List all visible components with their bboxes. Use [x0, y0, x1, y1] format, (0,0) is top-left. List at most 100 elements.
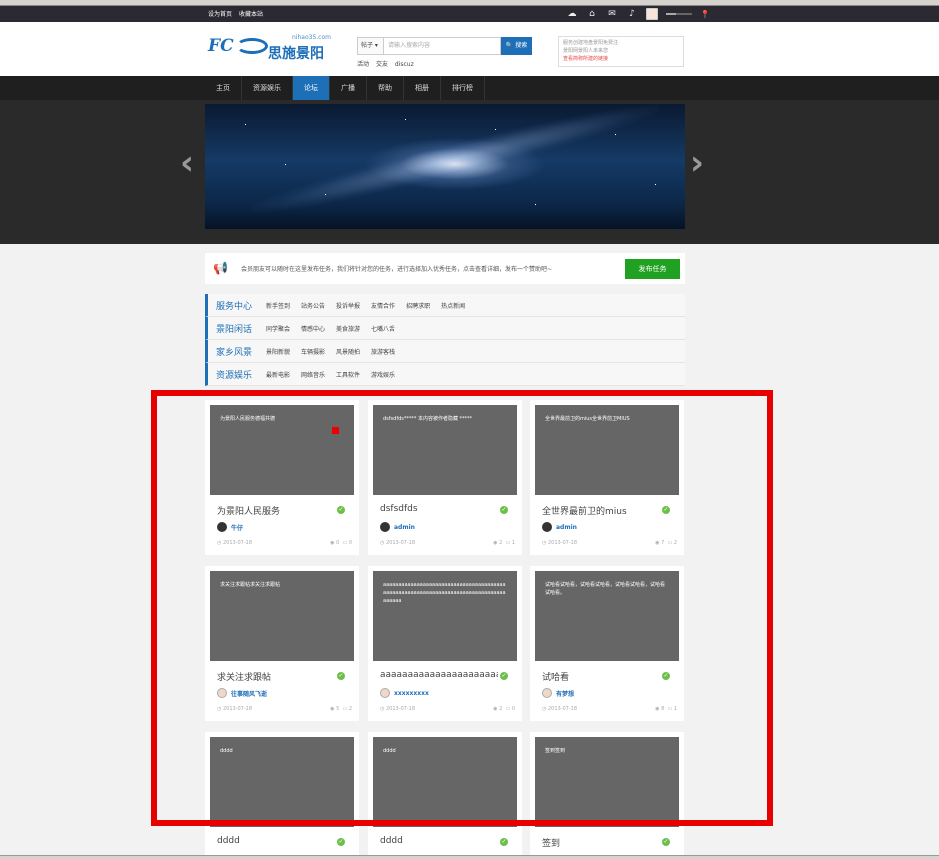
hotword-link[interactable]: 交友	[376, 61, 388, 68]
header-notice-box: 服务创建地盘景阳免费注 景阳网景阳人未来您 查看简称所建的链接	[558, 36, 684, 67]
post-thumbnail[interactable]: 签到签到	[535, 737, 679, 827]
banner-next-arrow-icon[interactable]: ›	[690, 146, 704, 180]
post-date-value: 2013-07-18	[385, 706, 416, 712]
post-title[interactable]: 求关注求跟帖	[217, 670, 335, 683]
mail-icon[interactable]: ✉	[606, 8, 618, 20]
post-title[interactable]: 试哈看	[542, 670, 660, 683]
post-title[interactable]: dsfsdfds	[380, 504, 498, 514]
category-title[interactable]: 服务中心	[208, 299, 266, 312]
post-author[interactable]: admin	[542, 522, 577, 532]
post-title[interactable]: aaaaaaaaaaaaaaaaaaaaaaaaaa	[380, 670, 498, 680]
search-button[interactable]: 🔍 搜索	[501, 37, 532, 55]
nav-item-album[interactable]: 相册	[404, 76, 441, 100]
post-title[interactable]: 签到	[542, 836, 660, 849]
volume-slider[interactable]	[666, 13, 692, 15]
post-author[interactable]: 牛仔	[217, 522, 243, 532]
galaxy-banner-image[interactable]	[205, 104, 685, 229]
post-date: ◷ 2013-07-18	[217, 706, 253, 712]
nav-item-ranking[interactable]: 排行榜	[441, 76, 485, 100]
hotword-link[interactable]: discuz	[395, 61, 414, 68]
post-card[interactable]: 全世界最前卫的mius全世界前卫MIUS 全世界最前卫的mius ✓ admin ◷ 2…	[530, 400, 684, 555]
nav-item-help[interactable]: 帮助	[367, 76, 404, 100]
bookmark-link[interactable]: 收藏本站	[239, 11, 263, 18]
post-thumbnail[interactable]: 为景阳人民服务德福共德	[210, 405, 354, 495]
post-card[interactable]: 为景阳人民服务德福共德 为景阳人民服务 ✓ 牛仔 ◷ 2013-07-18 ◉ 0 ▭ 0	[205, 400, 359, 555]
post-card[interactable]: 试哈看试哈看，试哈看试哈看，试哈看试哈看，试哈看试哈看。 试哈看 ✓ 有梦想 ◷ 201…	[530, 566, 684, 721]
post-thumbnail[interactable]: aaaaaaaaaaaaaaaaaaaaaaaaaaaaaaaaaaaaaaaa…	[373, 571, 517, 661]
category-link[interactable]: 游戏娱乐	[371, 370, 395, 379]
category-title[interactable]: 资源娱乐	[208, 368, 266, 381]
category-link[interactable]: 风景随拍	[336, 347, 360, 356]
category-title[interactable]: 家乡风景	[208, 345, 266, 358]
site-logo[interactable]: FC nihao35.com 思施景阳	[208, 32, 334, 64]
search-input[interactable]: 请输入搜索内容	[383, 37, 501, 55]
category-link[interactable]: 友情合作	[371, 301, 395, 310]
post-date-value: 2013-07-18	[547, 540, 578, 546]
post-author[interactable]: admin	[380, 522, 415, 532]
main-nav: 主页 资源娱乐 论坛 广播 帮助 相册 排行榜	[0, 76, 939, 100]
post-thumbnail[interactable]: dsfsdfds***** 本内容被作者隐藏 *****	[373, 405, 517, 495]
post-author[interactable]: 往事随风飞逝	[217, 688, 267, 698]
volume-icon[interactable]: ♪	[626, 8, 638, 20]
author-name: admin	[556, 523, 577, 531]
nav-item-home[interactable]: 主页	[205, 76, 242, 100]
publish-task-button[interactable]: 发布任务	[625, 259, 680, 279]
hot-search-words: 活动 交友 discuz	[357, 59, 419, 68]
category-link[interactable]: 景阳新貌	[266, 347, 290, 356]
post-author[interactable]: 有梦想	[542, 688, 574, 698]
author-avatar	[380, 688, 390, 698]
post-title[interactable]: 全世界最前卫的mius	[542, 504, 660, 517]
category-link[interactable]: 最新电影	[266, 370, 290, 379]
post-thumbnail[interactable]: dddd	[373, 737, 517, 827]
post-title[interactable]: 为景阳人民服务	[217, 504, 335, 517]
post-author[interactable]: xxxxxxxxx	[380, 688, 429, 698]
post-card[interactable]: aaaaaaaaaaaaaaaaaaaaaaaaaaaaaaaaaaaaaaaa…	[368, 566, 522, 721]
author-name: 有梦想	[556, 690, 575, 698]
category-link[interactable]: 七嘴八舌	[371, 324, 395, 333]
banner-prev-arrow-icon[interactable]: ‹	[180, 146, 194, 180]
post-card[interactable]: dddd dddd ✓	[205, 732, 359, 859]
pin-icon[interactable]: 📍	[700, 10, 710, 19]
category-link[interactable]: 网络音乐	[301, 370, 325, 379]
user-avatar[interactable]	[646, 8, 658, 20]
category-link[interactable]: 旅游客栈	[371, 347, 395, 356]
set-homepage-link[interactable]: 设为首页	[208, 11, 232, 18]
category-link[interactable]: 投诉举报	[336, 301, 360, 310]
home-icon[interactable]: ⌂	[586, 8, 598, 20]
nav-item-forum[interactable]: 论坛	[293, 76, 330, 100]
notice-line[interactable]: 查看简称所建的链接	[563, 55, 679, 63]
category-title[interactable]: 景阳闲话	[208, 322, 266, 335]
post-title[interactable]: dddd	[217, 836, 335, 846]
cloud-icon[interactable]: ☁	[566, 8, 578, 20]
author-name: 往事随风飞逝	[231, 690, 268, 698]
category-link[interactable]: 新手签到	[266, 301, 290, 310]
author-avatar	[542, 688, 552, 698]
category-link[interactable]: 工具软件	[336, 370, 360, 379]
notice-line[interactable]: 服务创建地盘景阳免费注	[563, 39, 679, 47]
post-thumbnail[interactable]: dddd	[210, 737, 354, 827]
category-link[interactable]: 招聘求职	[406, 301, 430, 310]
category-link[interactable]: 美食旅游	[336, 324, 360, 333]
site-header: FC nihao35.com 思施景阳 帖子 ▾ 请输入搜索内容 🔍 搜索 活动…	[0, 22, 939, 76]
category-link[interactable]: 同学聚会	[266, 324, 290, 333]
post-title[interactable]: dddd	[380, 836, 498, 846]
nav-item-broadcast[interactable]: 广播	[330, 76, 367, 100]
post-thumbnail[interactable]: 求关注求跟帖求关注求跟帖	[210, 571, 354, 661]
category-link[interactable]: 情感中心	[301, 324, 325, 333]
notice-line[interactable]: 景阳网景阳人未来您	[563, 47, 679, 55]
post-thumbnail[interactable]: 全世界最前卫的mius全世界前卫MIUS	[535, 405, 679, 495]
volume-fill	[666, 13, 677, 15]
category-link[interactable]: 热点新闻	[441, 301, 465, 310]
post-thumbnail[interactable]: 试哈看试哈看，试哈看试哈看，试哈看试哈看，试哈看试哈看。	[535, 571, 679, 661]
post-card[interactable]: 求关注求跟帖求关注求跟帖 求关注求跟帖 ✓ 往事随风飞逝 ◷ 2013-07-18 ◉ 5…	[205, 566, 359, 721]
post-thumbnail-caption: dddd	[383, 748, 396, 754]
category-link[interactable]: 站务公告	[301, 301, 325, 310]
post-card[interactable]: 签到签到 签到 ✓	[530, 732, 684, 859]
hotword-link[interactable]: 活动	[357, 61, 369, 68]
post-card[interactable]: dddd dddd ✓	[368, 732, 522, 859]
search-scope-select[interactable]: 帖子 ▾	[357, 37, 383, 55]
nav-item-resources[interactable]: 资源娱乐	[242, 76, 293, 100]
category-link[interactable]: 车辆摄影	[301, 347, 325, 356]
check-icon: ✓	[337, 672, 345, 680]
post-card[interactable]: dsfsdfds***** 本内容被作者隐藏 ***** dsfsdfds ✓ adm…	[368, 400, 522, 555]
